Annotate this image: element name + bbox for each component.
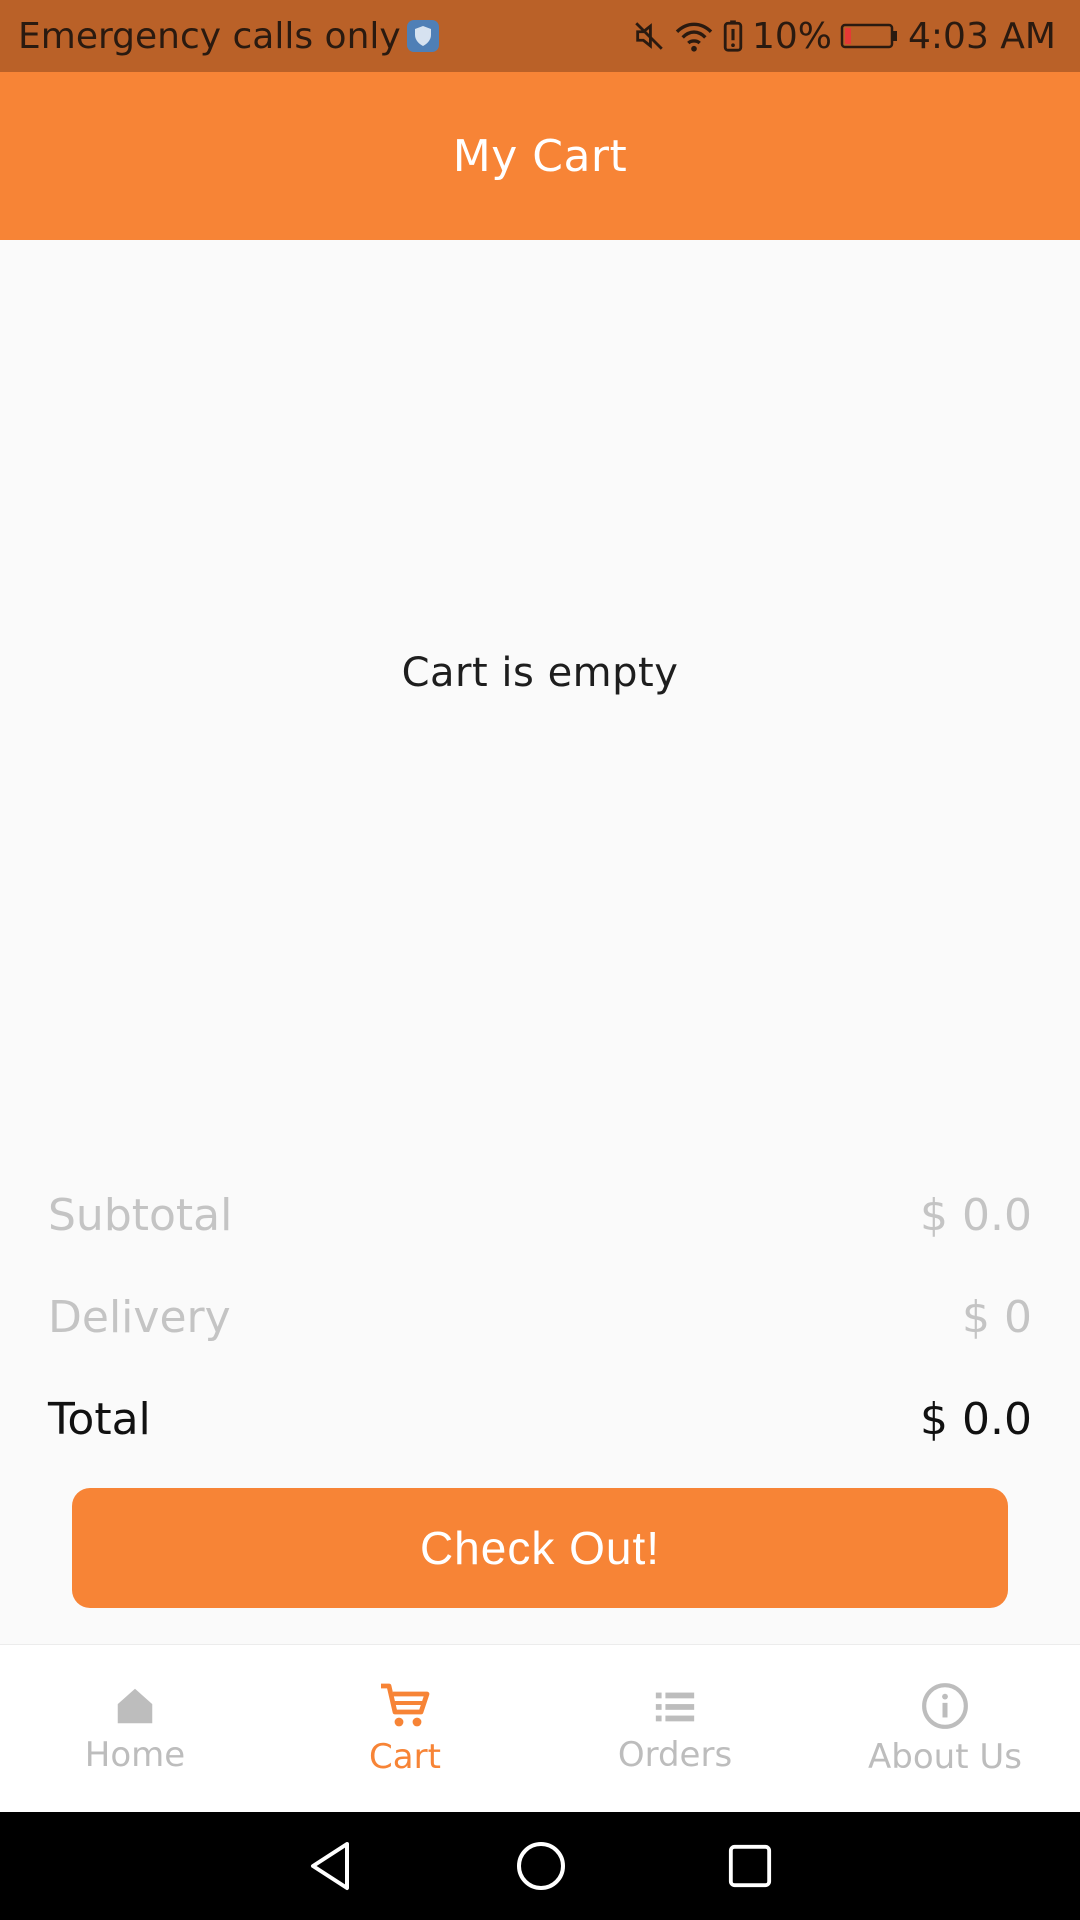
status-bar: Emergency calls only 10% 4:03 AM: [0, 0, 1080, 72]
mute-icon: [632, 19, 666, 53]
subtotal-row: Subtotal $ 0.0: [48, 1190, 1032, 1241]
nav-label-orders: Orders: [617, 1734, 733, 1775]
cart-icon: [379, 1681, 431, 1731]
status-left: Emergency calls only: [18, 16, 439, 57]
app-bar: My Cart: [0, 72, 1080, 240]
total-value: $ 0.0: [920, 1394, 1032, 1445]
home-icon: [112, 1683, 158, 1729]
nav-item-home[interactable]: Home: [0, 1645, 270, 1812]
page-title: My Cart: [452, 130, 628, 182]
shield-icon: [406, 20, 439, 52]
subtotal-value: $ 0.0: [920, 1190, 1032, 1241]
battery-icon: [840, 21, 900, 51]
nav-label-about: About Us: [868, 1736, 1022, 1777]
back-icon[interactable]: [307, 1840, 355, 1892]
cart-screen: Emergency calls only 10% 4:03 AM My Cart: [0, 0, 1080, 1920]
delivery-label: Delivery: [48, 1292, 231, 1343]
status-right: 10% 4:03 AM: [632, 16, 1056, 57]
nav-item-about[interactable]: About Us: [810, 1645, 1080, 1812]
total-label: Total: [48, 1394, 151, 1445]
info-icon: [920, 1681, 970, 1731]
bottom-nav: Home Cart Orders About Us: [0, 1644, 1080, 1812]
delivery-row: Delivery $ 0: [48, 1292, 1032, 1343]
nav-label-home: Home: [84, 1734, 186, 1775]
empty-cart-message: Cart is empty: [401, 650, 679, 696]
wifi-icon: [674, 19, 714, 53]
total-row: Total $ 0.0: [48, 1394, 1032, 1445]
nav-label-cart: Cart: [369, 1736, 441, 1777]
nav-item-cart[interactable]: Cart: [270, 1645, 540, 1812]
nav-item-orders[interactable]: Orders: [540, 1645, 810, 1812]
carrier-text: Emergency calls only: [18, 15, 401, 57]
subtotal-label: Subtotal: [48, 1190, 233, 1241]
battery-percent: 10%: [752, 15, 833, 57]
battery-alert-icon: [722, 19, 744, 53]
system-nav-bar: [0, 1812, 1080, 1920]
list-icon: [651, 1683, 699, 1729]
checkout-button[interactable]: Check Out!: [72, 1488, 1008, 1608]
recents-icon[interactable]: [727, 1843, 773, 1889]
home-circle-icon[interactable]: [515, 1840, 567, 1892]
delivery-value: $ 0: [962, 1292, 1032, 1343]
clock: 4:03 AM: [908, 15, 1056, 57]
